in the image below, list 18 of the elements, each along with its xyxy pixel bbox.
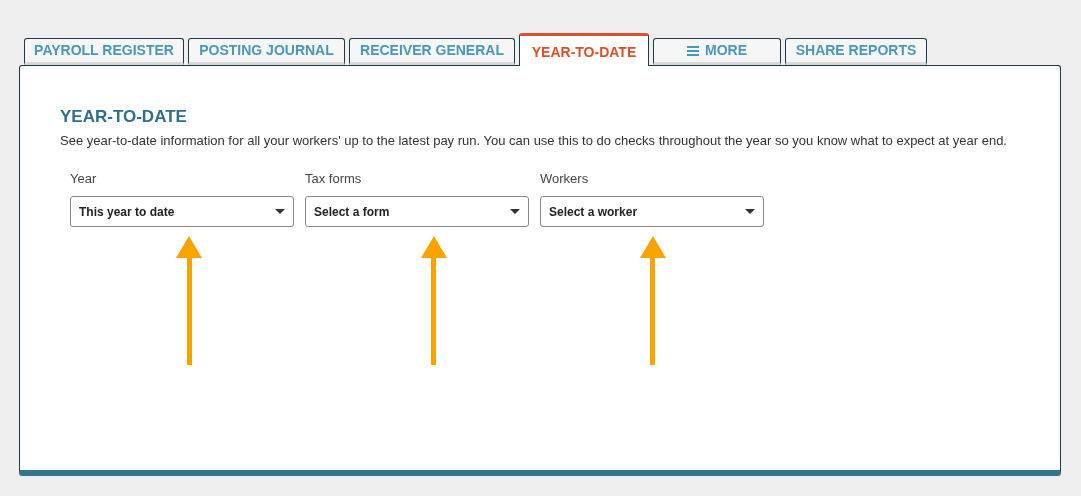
section-title: YEAR-TO-DATE <box>60 106 188 128</box>
field-label: Workers <box>540 170 590 188</box>
menu-icon <box>687 45 699 56</box>
caret-icon <box>275 209 285 214</box>
caret-icon <box>745 209 755 214</box>
tab[interactable]: POSTING JOURNAL <box>188 38 345 65</box>
tab[interactable]: YEAR-TO-DATE <box>519 33 649 66</box>
field-label: Year <box>70 170 98 188</box>
dropdown[interactable]: This year to date <box>70 196 294 227</box>
field-label: Tax forms <box>305 170 363 188</box>
tab[interactable]: PAYROLL REGISTER <box>24 38 184 65</box>
dropdown[interactable]: Select a worker <box>540 196 764 227</box>
caret-icon <box>510 209 520 214</box>
tab[interactable]: MORE <box>653 38 781 65</box>
description-text: See year-to-date information for all your workers' up to the latest pay run. You can use this to do checks throughout the year so you know what to expect at year end. <box>60 132 1008 150</box>
dropdown[interactable]: Select a form <box>305 196 529 227</box>
tab[interactable]: SHARE REPORTS <box>785 38 927 65</box>
tab[interactable]: RECEIVER GENERAL <box>349 38 515 65</box>
